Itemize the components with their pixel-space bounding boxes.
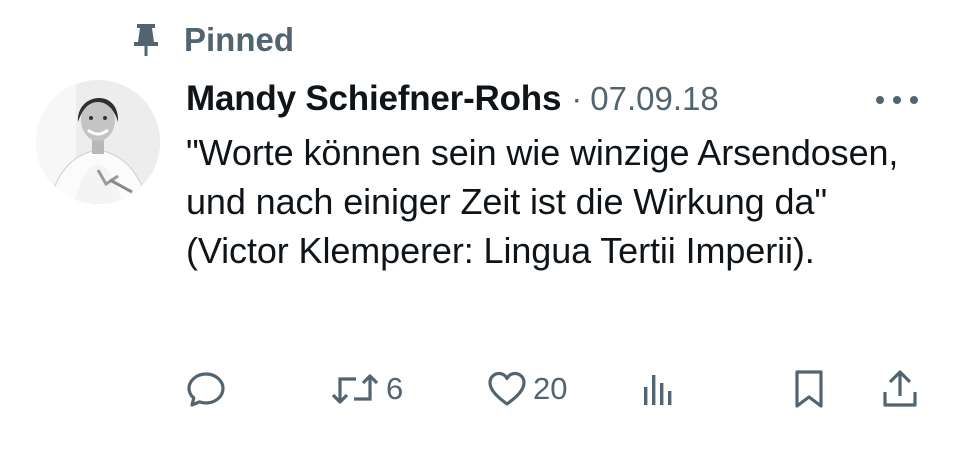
share-icon — [883, 370, 917, 407]
more-dots-icon — [876, 96, 918, 104]
avatar[interactable] — [36, 80, 160, 204]
retweet-icon — [331, 374, 379, 404]
views-button[interactable] — [638, 366, 684, 412]
pinned-indicator: Pinned — [128, 18, 294, 62]
more-options-button[interactable] — [868, 82, 926, 118]
bookmark-icon — [795, 370, 823, 408]
tweet-date[interactable]: 07.09.18 — [590, 80, 718, 118]
like-count: 20 — [533, 371, 568, 406]
pinned-label: Pinned — [184, 21, 295, 58]
bookmark-button[interactable] — [792, 366, 826, 412]
avatar-photo — [36, 80, 160, 204]
retweet-button[interactable]: 6 — [330, 366, 403, 412]
header-separator: · — [571, 80, 583, 117]
pinned-tweet[interactable]: Pinned Mandy Schiefner-Rohs · 07.09.18 "… — [0, 0, 960, 460]
pin-icon — [128, 18, 164, 62]
retweet-count: 6 — [386, 371, 404, 406]
views-icon — [644, 375, 672, 405]
heart-icon — [488, 371, 526, 406]
share-button[interactable] — [880, 366, 920, 412]
author-name[interactable]: Mandy Schiefner-Rohs — [186, 79, 561, 119]
tweet-header: Mandy Schiefner-Rohs · 07.09.18 — [186, 74, 719, 124]
reply-icon — [187, 372, 225, 407]
tweet-text: "Worte können sein wie winzige Arsendose… — [186, 132, 899, 271]
reply-button[interactable] — [186, 366, 232, 412]
like-button[interactable]: 20 — [487, 366, 567, 412]
